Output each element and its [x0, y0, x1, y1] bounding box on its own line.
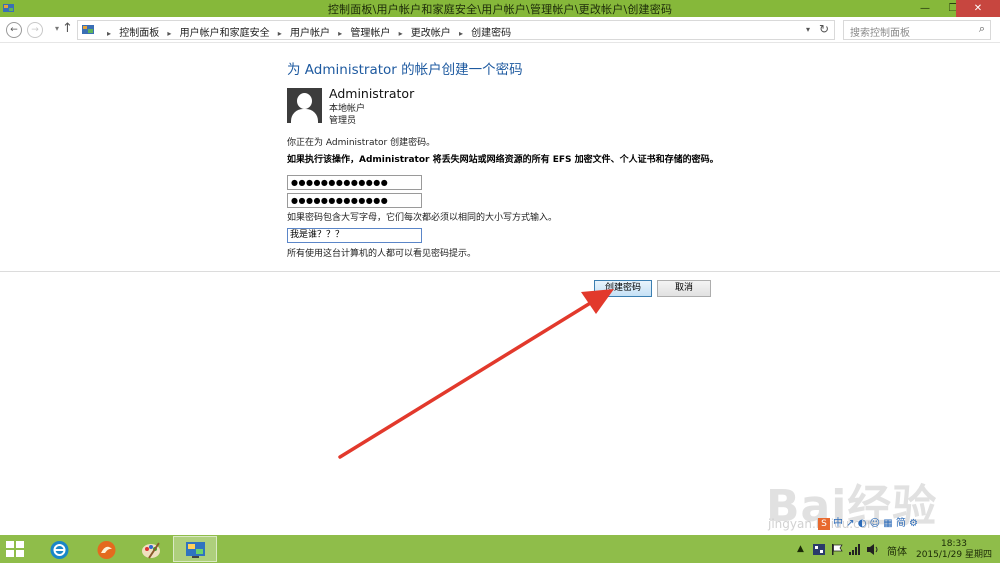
- ime-logo-icon: S: [818, 518, 830, 530]
- breadcrumb-item-change-account[interactable]: 更改帐户: [411, 28, 451, 39]
- window-title: 控制面板\用户帐户和家庭安全\用户帐户\管理帐户\更改帐户\创建密码: [327, 3, 673, 16]
- breadcrumb-item-user-accounts[interactable]: 用户帐户: [290, 28, 330, 39]
- breadcrumb-separator-icon: ▸: [107, 29, 112, 38]
- clock-date: 2015/1/29 星期四: [915, 550, 992, 560]
- show-hidden-icons-icon[interactable]: ▲: [797, 544, 804, 563]
- breadcrumb-separator-icon: ▸: [458, 29, 463, 38]
- signal-strength-icon[interactable]: [849, 544, 861, 555]
- breadcrumb-separator-icon: ▸: [167, 29, 172, 38]
- forward-button[interactable]: →: [27, 22, 43, 38]
- breadcrumb-separator-icon: ▸: [277, 29, 282, 38]
- create-password-button[interactable]: 创建密码: [594, 280, 652, 297]
- breadcrumb-item-create-password[interactable]: 创建密码: [471, 28, 511, 39]
- account-role: 管理员: [329, 116, 357, 126]
- paint-icon: [142, 542, 160, 559]
- taskbar: ▲ 简体 18:33 2015/1/29 星期四: [0, 535, 1000, 563]
- up-button[interactable]: ↑: [62, 21, 73, 36]
- control-panel-icon: [82, 25, 94, 34]
- input-language-indicator[interactable]: 简体: [887, 543, 907, 558]
- hint-visibility-note: 所有使用这台计算机的人都可以看见密码提示。: [287, 249, 477, 259]
- start-button[interactable]: [6, 541, 24, 557]
- control-panel-window: 控制面板\用户帐户和家庭安全\用户帐户\管理帐户\更改帐户\创建密码 — ❐ ✕…: [0, 0, 1000, 563]
- fox-icon: [97, 541, 116, 559]
- password-hint-field[interactable]: 我是谁？？？: [287, 228, 422, 243]
- taskbar-ie[interactable]: [37, 536, 81, 562]
- recent-pages-dropdown-icon[interactable]: ▾: [55, 24, 59, 33]
- search-placeholder: 搜索控制面板: [850, 28, 910, 39]
- user-name: Administrator: [329, 86, 415, 101]
- breadcrumb-separator-icon: ▸: [338, 29, 343, 38]
- taskbar-media-app[interactable]: [84, 536, 128, 562]
- breadcrumb: ▸ 控制面板 ▸ 用户帐户和家庭安全 ▸ 用户帐户 ▸ 管理帐户 ▸ 更改帐户 …: [102, 24, 511, 39]
- case-sensitivity-note: 如果密码包含大写字母，它们每次都必须以相同的大小写方式输入。: [287, 213, 558, 223]
- cancel-button[interactable]: 取消: [657, 280, 711, 297]
- refresh-icon[interactable]: ↻: [819, 22, 829, 36]
- title-bar: 控制面板\用户帐户和家庭安全\用户帐户\管理帐户\更改帐户\创建密码 — ❐ ✕: [0, 0, 1000, 17]
- taskbar-paint[interactable]: [129, 536, 173, 562]
- system-clock[interactable]: 18:33 2015/1/29 星期四: [914, 539, 994, 561]
- ime-toolbar-icons: 中 ↗ ◐ ☺ ▦ 简 ⚙: [833, 518, 919, 529]
- navigation-bar: ← → ▾ ↑ ▸ 控制面板 ▸ 用户帐户和家庭安全 ▸ 用户帐户 ▸ 管理帐户…: [0, 17, 1000, 43]
- volume-icon[interactable]: [867, 544, 879, 555]
- address-bar[interactable]: ▸ 控制面板 ▸ 用户帐户和家庭安全 ▸ 用户帐户 ▸ 管理帐户 ▸ 更改帐户 …: [77, 20, 835, 40]
- network-share-icon[interactable]: [813, 544, 825, 555]
- breadcrumb-item-manage-accounts[interactable]: 管理帐户: [350, 28, 390, 39]
- minimize-button[interactable]: —: [912, 0, 938, 17]
- user-avatar-icon: [287, 88, 322, 123]
- back-button[interactable]: ←: [6, 22, 22, 38]
- clock-time: 18:33: [941, 539, 967, 549]
- breadcrumb-separator-icon: ▸: [398, 29, 403, 38]
- efs-warning-text: 如果执行该操作，Administrator 将丢失网站或网络资源的所有 EFS …: [287, 155, 719, 165]
- close-button[interactable]: ✕: [956, 0, 1000, 17]
- page-title: 为 Administrator 的帐户创建一个密码: [287, 62, 523, 78]
- address-dropdown-icon[interactable]: ▾: [806, 25, 810, 34]
- taskbar-control-panel[interactable]: [173, 536, 217, 562]
- creating-password-note: 你正在为 Administrator 创建密码。: [287, 138, 436, 148]
- search-icon[interactable]: ⌕: [979, 22, 985, 36]
- action-center-flag-icon[interactable]: [831, 544, 843, 555]
- control-panel-icon: [186, 542, 205, 558]
- breadcrumb-item-control-panel[interactable]: 控制面板: [119, 28, 159, 39]
- confirm-password-field[interactable]: ●●●●●●●●●●●●●: [287, 193, 422, 208]
- breadcrumb-item-user-accounts-family-safety[interactable]: 用户帐户和家庭安全: [180, 28, 270, 39]
- divider: [0, 271, 1000, 272]
- new-password-field[interactable]: ●●●●●●●●●●●●●: [287, 175, 422, 190]
- ime-toolbar[interactable]: S中 ↗ ◐ ☺ ▦ 简 ⚙: [818, 514, 930, 530]
- search-input[interactable]: 搜索控制面板 ⌕: [843, 20, 991, 40]
- ie-icon: [50, 541, 69, 559]
